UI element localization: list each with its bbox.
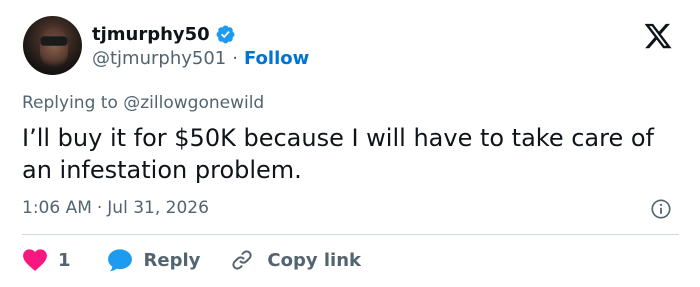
avatar-sunglasses xyxy=(41,37,67,45)
handle-separator: · xyxy=(232,48,238,69)
reply-label: Reply xyxy=(143,249,201,271)
avatar-face xyxy=(40,28,68,68)
link-icon xyxy=(232,250,253,270)
replying-prefix: Replying to xyxy=(22,93,118,113)
x-logo-icon[interactable] xyxy=(640,21,676,51)
avatar[interactable] xyxy=(23,16,82,75)
copy-link-button[interactable]: Copy link xyxy=(230,248,361,272)
replying-mention[interactable]: @zillowgonewild xyxy=(123,93,264,113)
author-name-row: tjmurphy50 xyxy=(92,22,236,46)
replying-to: Replying to @zillowgonewild xyxy=(22,93,264,113)
follow-button[interactable]: Follow xyxy=(244,48,309,69)
speech-bubble-icon xyxy=(107,249,132,272)
author-handle[interactable]: @tjmurphy501 xyxy=(92,48,226,69)
timestamp-separator: · xyxy=(96,198,103,218)
tweet-timestamp[interactable]: 1:06 AM · Jul 31, 2026 xyxy=(22,198,209,218)
reply-button[interactable]: Reply xyxy=(107,248,201,272)
divider xyxy=(22,234,679,235)
verified-badge-icon xyxy=(216,25,235,43)
like-count: 1 xyxy=(58,249,71,271)
info-icon[interactable] xyxy=(650,198,672,220)
heart-icon xyxy=(23,249,47,272)
tweet-time: 1:06 AM xyxy=(22,198,92,218)
tweet-date: Jul 31, 2026 xyxy=(107,198,209,218)
like-button[interactable]: 1 xyxy=(22,248,71,272)
author-handle-row: @tjmurphy501 · Follow xyxy=(92,48,309,69)
tweet-actions: 1 Reply Copy link xyxy=(22,246,361,274)
tweet-text: I’ll buy it for $50K because I will have… xyxy=(22,124,655,184)
copy-link-label: Copy link xyxy=(267,249,361,271)
display-name[interactable]: tjmurphy50 xyxy=(92,24,210,45)
